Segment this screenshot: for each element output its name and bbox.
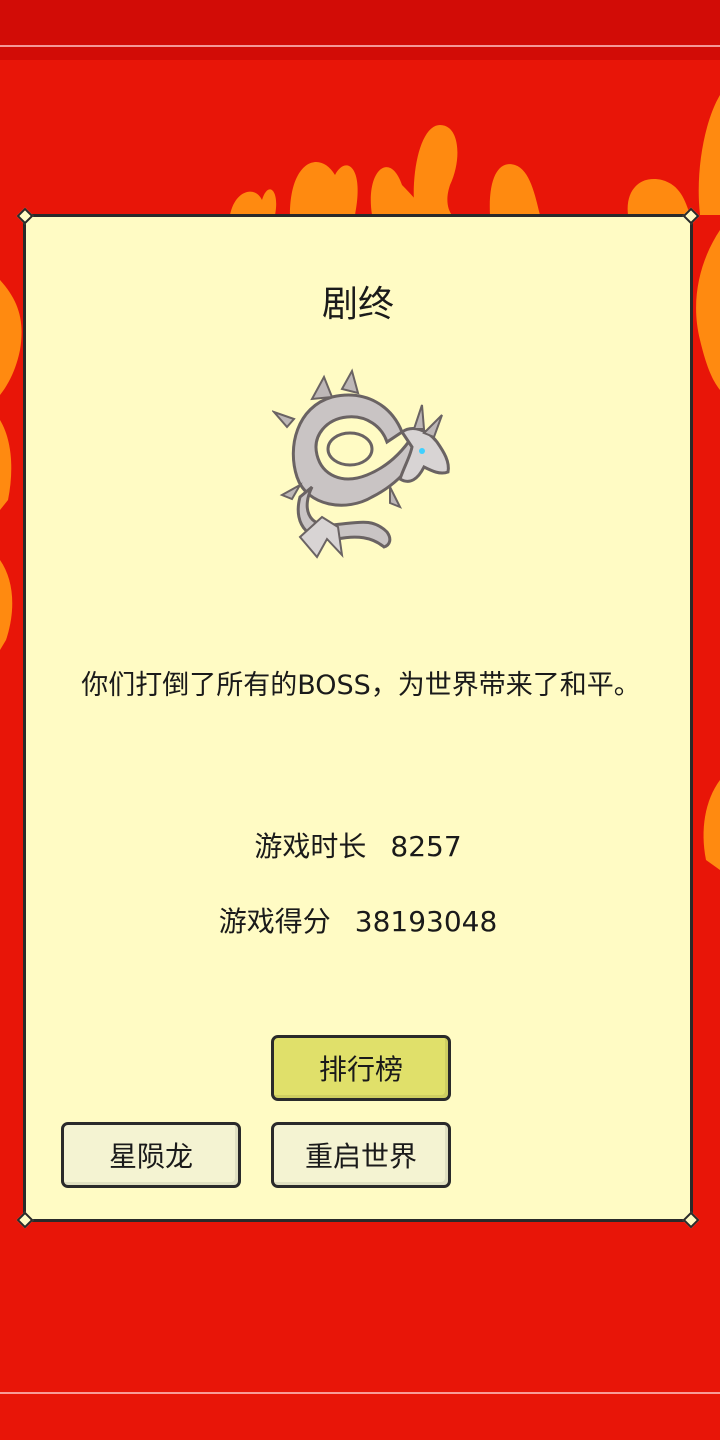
score-stat: 游戏得分 38193048 [26, 900, 690, 940]
silver-dragon-icon [272, 368, 450, 559]
top-divider [0, 45, 720, 47]
ending-dialog: 剧终 你们打倒了所有的BOSS，为世界带来了和平。 游戏时长 8257 游戏得分… [16, 207, 700, 1229]
playtime-stat: 游戏时长 8257 [26, 825, 690, 865]
score-value: 38193048 [354, 905, 498, 938]
score-label: 游戏得分 [218, 905, 331, 938]
playtime-value: 8257 [390, 830, 462, 863]
restart-world-button[interactable]: 重启世界 [271, 1122, 451, 1188]
ending-message: 你们打倒了所有的BOSS，为世界带来了和平。 [81, 670, 641, 701]
playtime-label: 游戏时长 [254, 830, 367, 863]
leaderboard-button[interactable]: 排行榜 [271, 1035, 451, 1101]
dragon-button[interactable]: 星陨龙 [61, 1122, 241, 1188]
bottom-divider [0, 1392, 720, 1394]
dialog-title: 剧终 [321, 284, 394, 325]
game-screen: 剧终 你们打倒了所有的BOSS，为世界带来了和平。 游戏时长 8257 游戏得分… [0, 0, 720, 1440]
